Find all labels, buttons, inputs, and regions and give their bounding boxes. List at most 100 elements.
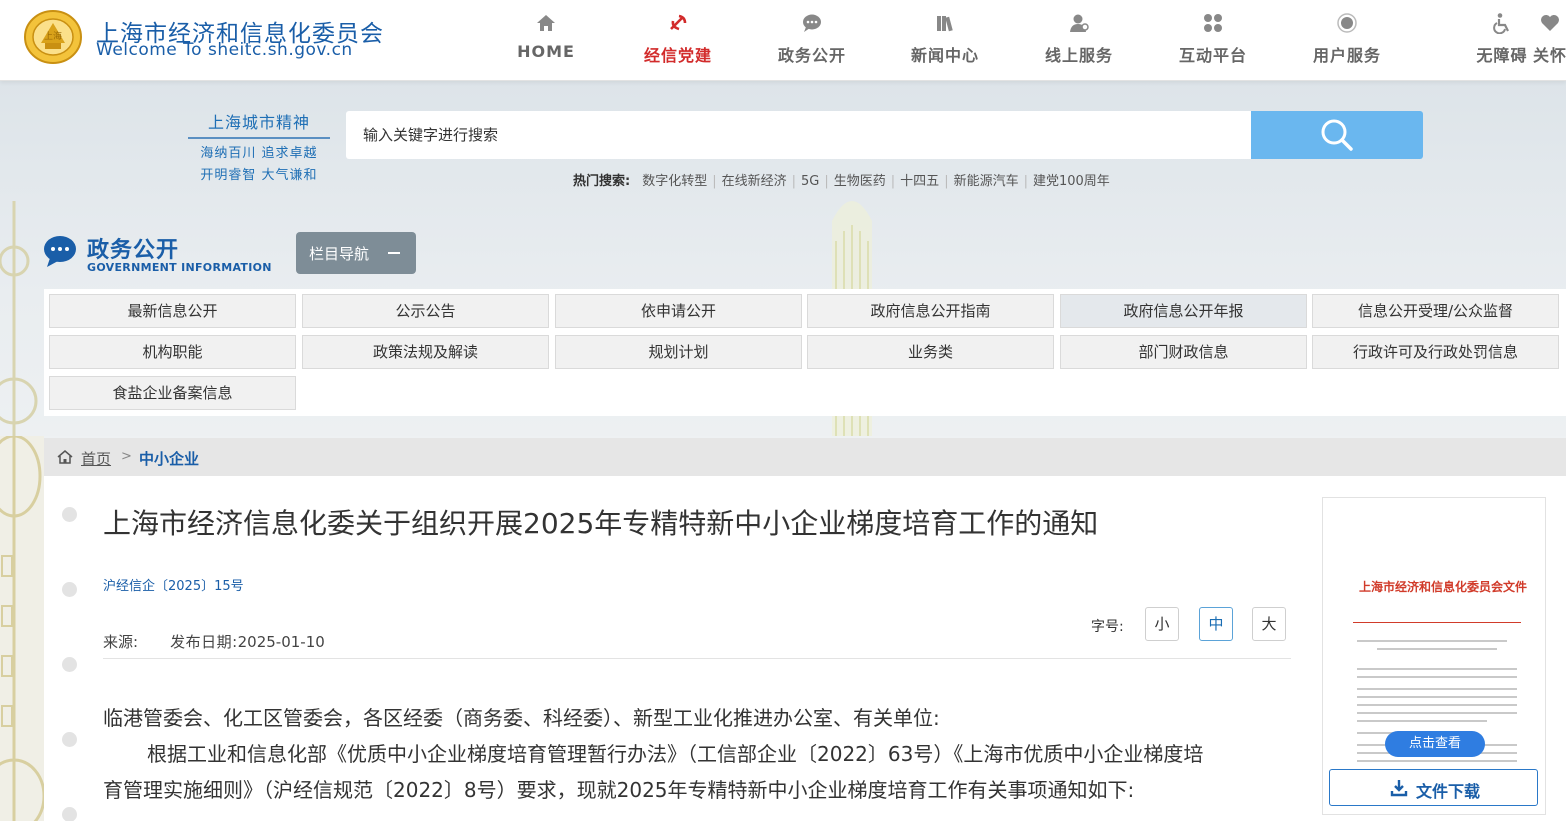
nav-accessibility[interactable]: 无障碍	[1474, 12, 1530, 72]
nav-label: 新闻中心	[910, 46, 979, 65]
hot-search-item[interactable]: 在线新经济	[722, 174, 787, 189]
site-subtitle[interactable]: Welcome To sheitc.sh.gov.cn	[96, 40, 353, 60]
breadcrumb-home-link[interactable]: 首页	[81, 448, 111, 469]
section-subtitle: GOVERNMENT INFORMATION	[87, 261, 272, 274]
publish-date-label: 发布日期:	[170, 633, 238, 651]
column-item[interactable]: 信息公开受理/公众监督	[1312, 294, 1559, 328]
nav-home[interactable]: HOME	[514, 12, 578, 72]
wheelchair-icon	[1493, 13, 1509, 34]
article-meta: 来源: 发布日期:2025-01-10	[103, 631, 325, 652]
download-label: 文件下载	[1416, 782, 1481, 801]
heart-icon	[1540, 15, 1559, 31]
city-spirit-line: 开明睿智 大气谦和	[200, 168, 318, 183]
interaction-icon	[1204, 14, 1222, 32]
nav-label: 用户服务	[1312, 46, 1381, 65]
column-item[interactable]: 部门财政信息	[1060, 335, 1307, 369]
nav-label: 线上服务	[1044, 46, 1113, 65]
font-size-medium-button[interactable]: 中	[1199, 607, 1233, 641]
hot-search-label: 热门搜索:	[573, 174, 631, 189]
books-icon	[937, 16, 953, 32]
article-title: 上海市经济信息化委关于组织开展2025年专精特新中小企业梯度培育工作的通知	[103, 507, 1099, 540]
article-paragraph: 临港管委会、化工区管委会，各区经委（商务委、科经委）、新型工业化推进办公室、有关…	[103, 706, 940, 730]
user-service-icon	[1070, 14, 1089, 32]
document-header: 上海市经济和信息化委员会文件	[1359, 580, 1527, 594]
city-spirit-line: 海纳百川 追求卓越	[200, 146, 318, 161]
publish-date: 2025-01-10	[237, 633, 325, 651]
nav-label: 无障碍	[1476, 46, 1528, 65]
column-item[interactable]: 业务类	[807, 335, 1054, 369]
party-emblem-icon	[670, 14, 687, 31]
user-icon	[1337, 13, 1357, 33]
nav-label: HOME	[517, 42, 575, 61]
pearl-tower-illustration	[0, 436, 44, 821]
article-paragraph: 根据工业和信息化部《优质中小企业梯度培育管理暂行办法》（工信部企业〔2022〕6…	[147, 742, 1204, 766]
nav-label: 互动平台	[1178, 46, 1247, 65]
svg-text:上海: 上海	[44, 30, 62, 42]
nav-gov-info[interactable]: 政务公开	[774, 12, 850, 72]
document-thumbnail[interactable]: 上海市经济和信息化委员会文件	[1347, 548, 1527, 798]
decorative-dot	[62, 507, 77, 522]
city-spirit-title: 上海城市精神	[188, 109, 330, 139]
nav-label: 政务公开	[777, 46, 846, 65]
attachment-panel: 上海市经济和信息化委员会文件 点击查看 文件下载	[1322, 497, 1546, 815]
section-title: 政务公开	[87, 238, 180, 263]
hot-search-item[interactable]: 建党100周年	[1033, 174, 1110, 189]
column-item[interactable]: 机构职能	[49, 335, 296, 369]
breadcrumb-current-link[interactable]: 中小企业	[139, 448, 199, 469]
city-spirit: 上海城市精神 海纳百川 追求卓越 开明睿智 大气谦和	[188, 109, 330, 183]
search-button[interactable]	[1251, 111, 1423, 159]
shanghai-emblem-icon[interactable]: 上海	[23, 9, 83, 65]
home-icon	[537, 15, 555, 31]
download-icon	[1390, 780, 1408, 797]
column-item[interactable]: 政府信息公开指南	[807, 294, 1054, 328]
nav-label: 关怀	[1533, 46, 1566, 65]
nav-interaction[interactable]: 互动平台	[1175, 12, 1251, 72]
document-red-line	[1353, 622, 1521, 623]
column-item[interactable]: 规划计划	[555, 335, 802, 369]
nav-online-service[interactable]: 线上服务	[1041, 12, 1117, 72]
search-input[interactable]	[346, 111, 1251, 159]
home-icon	[57, 450, 73, 464]
column-nav-panel: 最新信息公开 公示公告 依申请公开 政府信息公开指南 政府信息公开年报 信息公开…	[44, 289, 1566, 416]
source-label: 来源:	[103, 633, 139, 651]
hot-search-item[interactable]: 5G	[801, 174, 819, 189]
column-nav-button[interactable]: 栏目导航	[296, 232, 416, 274]
pearl-tower-illustration	[0, 201, 38, 436]
view-document-button[interactable]: 点击查看	[1385, 731, 1485, 757]
hot-search: 热门搜索: 数字化转型 | 在线新经济 | 5G | 生物医药 | 十四五 | 新能源汽车 | 建党100…	[573, 174, 1110, 189]
decorative-dot	[62, 807, 77, 821]
chat-bubble-icon	[803, 14, 821, 32]
column-item[interactable]: 食盐企业备案信息	[49, 376, 296, 410]
document-number: 沪经信企〔2025〕15号	[103, 579, 244, 594]
divider	[103, 658, 1291, 659]
nav-party[interactable]: 经信党建	[640, 12, 716, 72]
hot-search-item[interactable]: 生物医药	[834, 174, 886, 189]
column-nav-label: 栏目导航	[309, 245, 370, 263]
decorative-dot	[62, 582, 77, 597]
search-icon	[1321, 119, 1353, 151]
breadcrumb-separator: >	[121, 449, 132, 464]
chat-bubble-icon	[44, 236, 76, 267]
hot-search-item[interactable]: 数字化转型	[642, 174, 707, 189]
hot-search-item[interactable]: 新能源汽车	[954, 174, 1019, 189]
column-item[interactable]: 政府信息公开年报	[1060, 294, 1307, 328]
nav-news[interactable]: 新闻中心	[907, 12, 983, 72]
site-header: 上海 上海市经济和信息化委员会 Welcome To sheitc.sh.gov…	[0, 0, 1566, 81]
hot-search-item[interactable]: 十四五	[900, 174, 939, 189]
breadcrumb: 首页 > 中小企业	[44, 438, 1566, 476]
article-paragraph: 育管理实施细则》（沪经信规范〔2022〕8号）要求，现就2025年专精特新中小企…	[103, 778, 1135, 802]
column-item[interactable]: 依申请公开	[555, 294, 802, 328]
collapse-icon	[388, 252, 400, 254]
nav-user-service[interactable]: 用户服务	[1309, 12, 1385, 72]
font-size-large-button[interactable]: 大	[1252, 607, 1286, 641]
column-item[interactable]: 公示公告	[302, 294, 549, 328]
column-item[interactable]: 行政许可及行政处罚信息	[1312, 335, 1559, 369]
nav-label: 经信党建	[643, 46, 712, 65]
font-size-small-button[interactable]: 小	[1145, 607, 1179, 641]
font-size-label: 字号:	[1091, 619, 1124, 635]
download-button[interactable]: 文件下载	[1329, 769, 1538, 806]
decorative-dot	[62, 657, 77, 672]
column-item[interactable]: 政策法规及解读	[302, 335, 549, 369]
nav-care[interactable]: 关怀	[1533, 12, 1566, 72]
column-item[interactable]: 最新信息公开	[49, 294, 296, 328]
